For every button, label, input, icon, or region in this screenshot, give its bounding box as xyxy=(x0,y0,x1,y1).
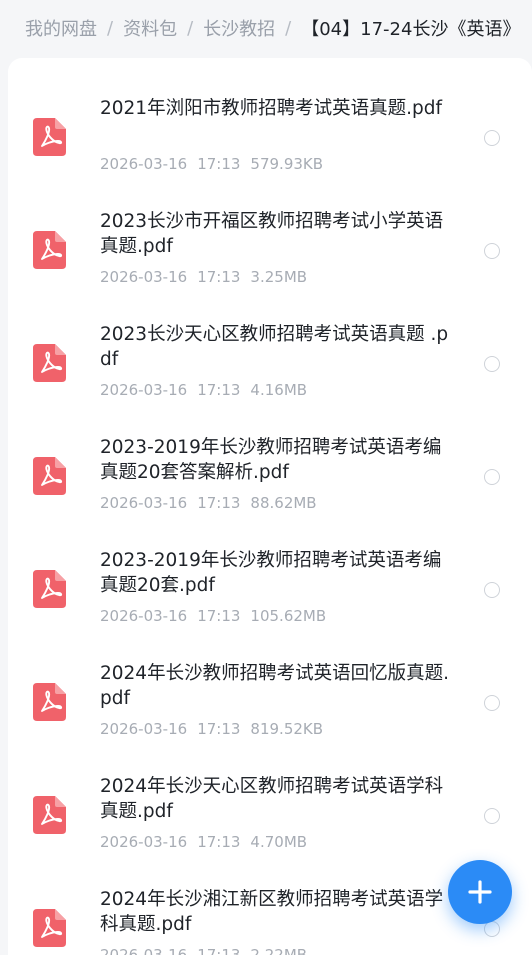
file-date: 2026-03-16 xyxy=(100,720,188,738)
select-radio[interactable] xyxy=(484,582,500,598)
pdf-file-icon xyxy=(33,909,66,947)
file-time: 17:13 xyxy=(197,155,241,173)
file-time: 17:13 xyxy=(197,494,241,512)
pdf-file-icon xyxy=(33,457,66,495)
select-radio[interactable] xyxy=(484,243,500,259)
file-size: 105.62MB xyxy=(250,607,327,625)
file-name: 2023长沙天心区教师招聘考试英语真题 .pdf xyxy=(100,324,449,370)
pdf-file-icon xyxy=(33,118,66,156)
file-size: 819.52KB xyxy=(250,720,324,738)
select-radio[interactable] xyxy=(484,921,500,937)
file-size: 88.62MB xyxy=(250,494,317,512)
file-date: 2026-03-16 xyxy=(100,946,188,955)
file-meta: 2026-03-16 17:13 579.93KB xyxy=(100,155,333,173)
file-list: 2021年浏阳市教师招聘考试英语真题.pdf 2026-03-16 17:13 579… xyxy=(8,58,532,955)
file-meta: 2026-03-16 17:13 4.70MB xyxy=(100,833,317,851)
file-size: 2.22MB xyxy=(250,946,308,955)
file-row[interactable]: 2023-2019年长沙教师招聘考试英语考编真题20套.pdf 2026-03-1… xyxy=(8,532,532,645)
file-meta: 2026-03-16 17:13 4.16MB xyxy=(100,381,317,399)
file-name: 2024年长沙天心区教师招聘考试英语学科真题.pdf xyxy=(100,776,444,822)
breadcrumb-separator: / xyxy=(107,17,114,39)
file-meta: 2026-03-16 17:13 88.62MB xyxy=(100,494,327,512)
pdf-file-icon xyxy=(33,796,66,834)
breadcrumb-folder-pack[interactable]: 资料包 xyxy=(123,15,177,41)
file-name: 2021年浏阳市教师招聘考试英语真题.pdf xyxy=(100,98,442,119)
file-row[interactable]: 2023长沙天心区教师招聘考试英语真题 .pdf 2026-03-16 17:13 4… xyxy=(8,306,532,419)
add-button[interactable] xyxy=(448,860,512,924)
file-time: 17:13 xyxy=(197,268,241,286)
file-name: 2024年长沙教师招聘考试英语回忆版真题.pdf xyxy=(100,663,449,709)
file-date: 2026-03-16 xyxy=(100,381,188,399)
file-time: 17:13 xyxy=(197,607,241,625)
file-date: 2026-03-16 xyxy=(100,268,188,286)
breadcrumb: 我的网盘 / 资料包 / 长沙教招 / 【04】17-24长沙《英语》 xyxy=(0,0,532,56)
select-radio[interactable] xyxy=(484,695,500,711)
file-time: 17:13 xyxy=(197,720,241,738)
file-name: 2024年长沙湘江新区教师招聘考试英语学科真题.pdf xyxy=(100,889,444,935)
file-size: 579.93KB xyxy=(250,155,324,173)
file-size: 4.70MB xyxy=(250,833,308,851)
pdf-file-icon xyxy=(33,570,66,608)
file-time: 17:13 xyxy=(197,946,241,955)
pdf-file-icon xyxy=(33,231,66,269)
breadcrumb-root[interactable]: 我的网盘 xyxy=(25,15,97,41)
pdf-file-icon xyxy=(33,683,66,721)
file-meta: 2026-03-16 17:13 2.22MB xyxy=(100,946,317,955)
file-date: 2026-03-16 xyxy=(100,494,188,512)
file-row[interactable]: 2023-2019年长沙教师招聘考试英语考编真题20套答案解析.pdf 2026-… xyxy=(8,419,532,532)
file-row[interactable]: 2023长沙市开福区教师招聘考试小学英语真题.pdf 2026-03-16 17:1… xyxy=(8,193,532,306)
plus-icon xyxy=(468,880,492,904)
breadcrumb-current: 【04】17-24长沙《英语》 xyxy=(301,19,521,40)
pdf-file-icon xyxy=(33,344,66,382)
file-name: 2023-2019年长沙教师招聘考试英语考编真题20套答案解析.pdf xyxy=(100,437,442,483)
select-radio[interactable] xyxy=(484,469,500,485)
file-row[interactable]: 2021年浏阳市教师招聘考试英语真题.pdf 2026-03-16 17:13 579… xyxy=(8,80,532,193)
breadcrumb-separator: / xyxy=(187,17,194,39)
file-time: 17:13 xyxy=(197,833,241,851)
select-radio[interactable] xyxy=(484,130,500,146)
file-date: 2026-03-16 xyxy=(100,155,188,173)
file-row[interactable]: 2024年长沙教师招聘考试英语回忆版真题.pdf 2026-03-16 17:13 8… xyxy=(8,645,532,758)
file-meta: 2026-03-16 17:13 819.52KB xyxy=(100,720,333,738)
file-size: 4.16MB xyxy=(250,381,308,399)
file-meta: 2026-03-16 17:13 3.25MB xyxy=(100,268,317,286)
file-date: 2026-03-16 xyxy=(100,833,188,851)
file-date: 2026-03-16 xyxy=(100,607,188,625)
file-size: 3.25MB xyxy=(250,268,308,286)
file-time: 17:13 xyxy=(197,381,241,399)
select-radio[interactable] xyxy=(484,808,500,824)
file-name: 2023长沙市开福区教师招聘考试小学英语真题.pdf xyxy=(100,211,444,257)
breadcrumb-folder-changsha[interactable]: 长沙教招 xyxy=(203,15,275,41)
file-meta: 2026-03-16 17:13 105.62MB xyxy=(100,607,336,625)
file-name: 2023-2019年长沙教师招聘考试英语考编真题20套.pdf xyxy=(100,550,442,596)
select-radio[interactable] xyxy=(484,356,500,372)
breadcrumb-separator: / xyxy=(285,17,292,39)
file-row[interactable]: 2024年长沙天心区教师招聘考试英语学科真题.pdf 2026-03-16 17:1… xyxy=(8,758,532,871)
